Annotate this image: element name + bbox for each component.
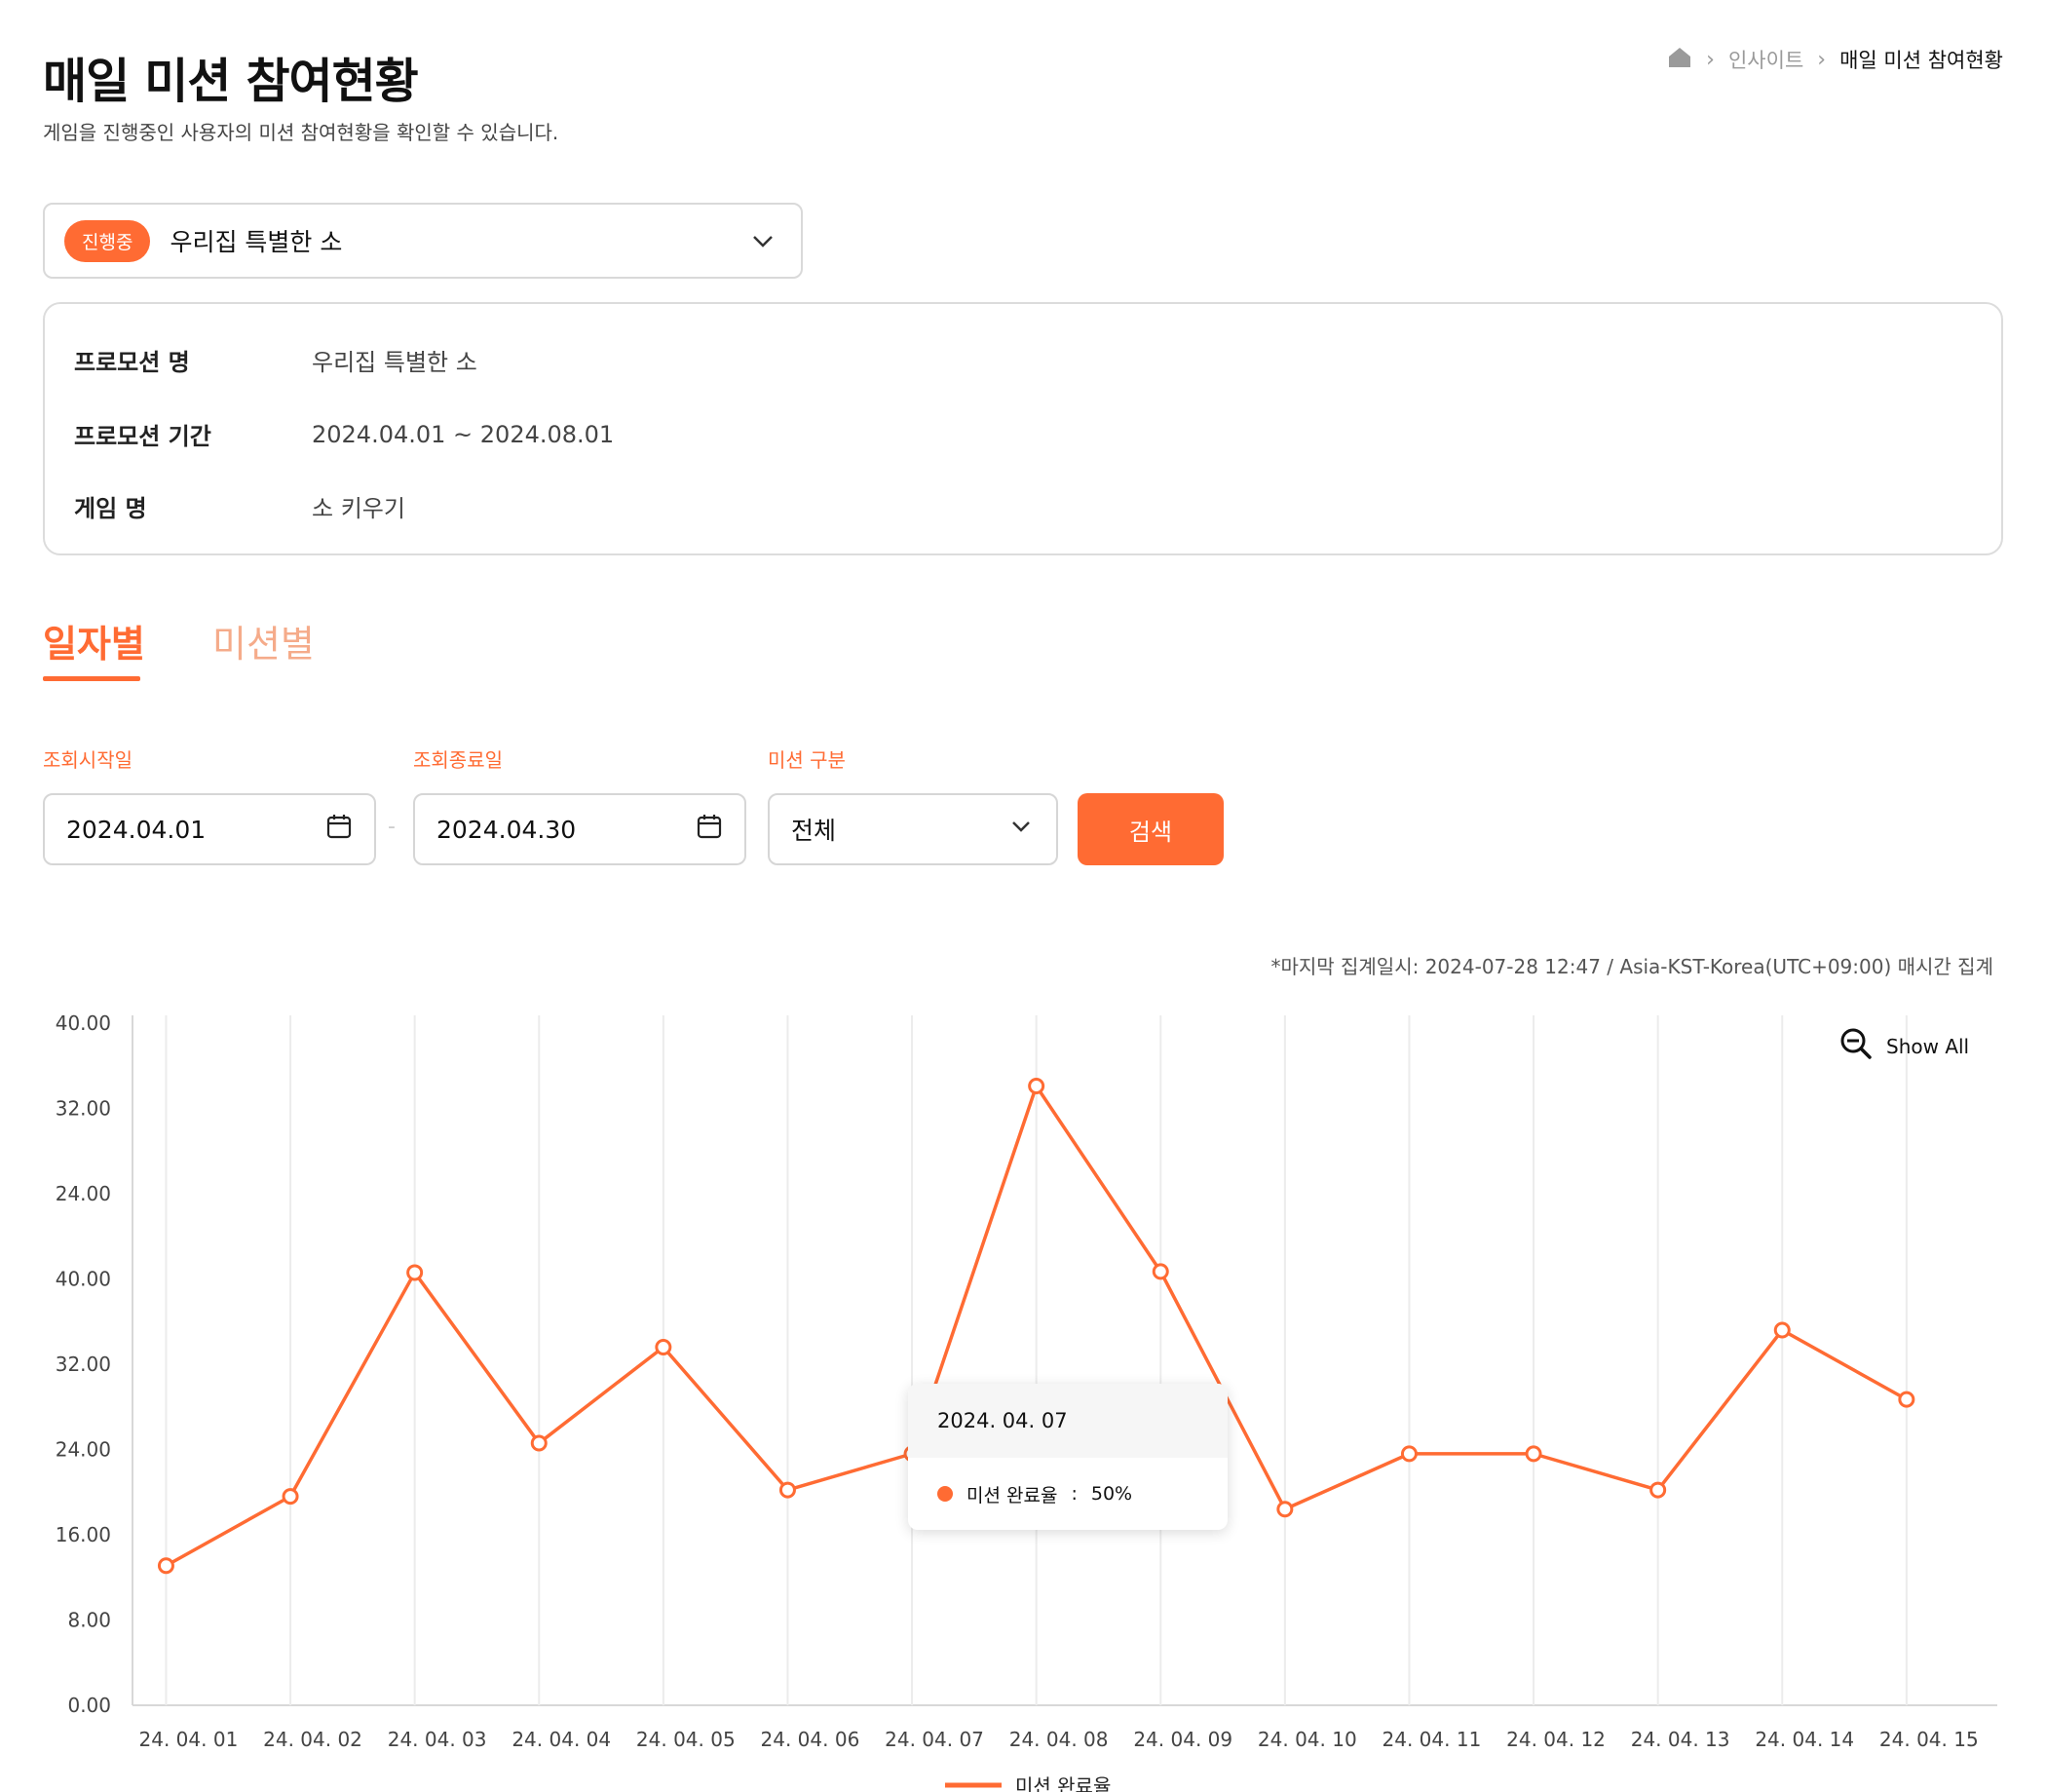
chevron-right-icon: › xyxy=(1817,47,1827,72)
end-date-value: 2024.04.30 xyxy=(436,815,577,844)
data-point xyxy=(282,1488,299,1506)
x-tick-label: 24. 04. 09 xyxy=(1133,1728,1232,1751)
tooltip-series-name: 미션 완료율 xyxy=(966,1484,1058,1506)
x-tick-label: 24. 04. 15 xyxy=(1879,1728,1979,1751)
start-date-value: 2024.04.01 xyxy=(66,815,207,844)
breadcrumb: › 인사이트 › 매일 미션 참여현황 xyxy=(1667,45,2003,74)
data-point xyxy=(1525,1445,1542,1463)
y-tick-label: 24.00 xyxy=(56,1438,111,1462)
tooltip-value: 50% xyxy=(1090,1483,1133,1505)
search-button[interactable]: 검색 xyxy=(1078,793,1224,865)
x-tick-label: 24. 04. 02 xyxy=(263,1728,362,1751)
mission-type-label: 미션 구분 xyxy=(768,748,846,772)
data-point xyxy=(778,1481,796,1499)
mission-type-select[interactable]: 전체 xyxy=(768,793,1058,865)
data-point xyxy=(157,1557,174,1575)
x-tick-label: 24. 04. 14 xyxy=(1755,1728,1854,1751)
data-point xyxy=(1649,1481,1667,1499)
start-date-input[interactable]: 2024.04.01 xyxy=(43,793,376,865)
y-tick-label: 32.00 xyxy=(56,1097,111,1121)
legend-label: 미션 완료율 xyxy=(1015,1774,1111,1792)
info-label: 프로모션 명 xyxy=(74,349,190,376)
calendar-icon[interactable] xyxy=(325,813,353,846)
data-point xyxy=(1152,1263,1169,1280)
home-icon[interactable] xyxy=(1667,46,1692,74)
chart-tooltip: 2024. 04. 07 미션 완료율 : 50% xyxy=(908,1384,1228,1530)
x-tick-label: 24. 04. 13 xyxy=(1631,1728,1730,1751)
x-tick-label: 24. 04. 12 xyxy=(1506,1728,1606,1751)
x-tick-label: 24. 04. 04 xyxy=(512,1728,611,1751)
tab-mission[interactable]: 미션별 xyxy=(212,614,315,667)
breadcrumb-item-insight[interactable]: 인사이트 xyxy=(1728,45,1803,74)
info-value: 2024.04.01 ~ 2024.08.01 xyxy=(312,420,615,448)
zoom-out-icon xyxy=(1839,1027,1873,1065)
x-tick-label: 24. 04. 03 xyxy=(388,1728,487,1751)
info-value: 우리집 특별한 소 xyxy=(312,349,477,376)
tab-active-indicator xyxy=(43,676,140,681)
chevron-down-icon xyxy=(1007,813,1035,846)
start-date-label: 조회시작일 xyxy=(43,748,133,772)
y-tick-label: 16.00 xyxy=(56,1523,111,1546)
y-tick-label: 24.00 xyxy=(56,1182,111,1205)
info-row-promotion-name: 프로모션 명 우리집 특별한 소 xyxy=(74,343,477,377)
data-point xyxy=(1773,1321,1791,1339)
y-tick-label: 40.00 xyxy=(56,1011,111,1035)
page-title: 매일 미션 참여현황 xyxy=(43,54,419,109)
data-point xyxy=(1400,1445,1418,1463)
tooltip-value-separator: : xyxy=(1071,1483,1078,1505)
series-color-dot xyxy=(937,1486,953,1502)
promotion-select-value: 우리집 특별한 소 xyxy=(170,228,343,256)
promotion-info-panel: 프로모션 명 우리집 특별한 소 프로모션 기간 2024.04.01 ~ 20… xyxy=(43,302,2003,555)
x-tick-label: 24. 04. 06 xyxy=(761,1728,860,1751)
info-row-promotion-period: 프로모션 기간 2024.04.01 ~ 2024.08.01 xyxy=(74,417,614,451)
chevron-down-icon xyxy=(748,226,777,259)
chevron-right-icon: › xyxy=(1706,47,1715,72)
status-badge: 진행중 xyxy=(64,219,151,262)
breadcrumb-item-current: 매일 미션 참여현황 xyxy=(1839,49,2003,72)
x-tick-label: 24. 04. 05 xyxy=(636,1728,736,1751)
tab-daily[interactable]: 일자별 xyxy=(43,614,145,667)
x-tick-label: 24. 04. 07 xyxy=(885,1728,984,1751)
show-all-button[interactable]: Show All xyxy=(1839,1027,1969,1065)
y-tick-label: 40.00 xyxy=(56,1268,111,1291)
y-tick-label: 0.00 xyxy=(67,1694,111,1717)
data-point xyxy=(1028,1078,1045,1095)
info-label: 게임 명 xyxy=(74,495,147,522)
y-tick-label: 8.00 xyxy=(67,1609,111,1632)
end-date-label: 조회종료일 xyxy=(413,748,503,772)
data-point xyxy=(655,1339,672,1355)
data-point xyxy=(1276,1501,1294,1518)
end-date-input[interactable]: 2024.04.30 xyxy=(413,793,746,865)
data-point xyxy=(406,1264,424,1281)
info-label: 프로모션 기간 xyxy=(74,423,211,450)
x-tick-label: 24. 04. 10 xyxy=(1258,1728,1357,1751)
info-value: 소 키우기 xyxy=(312,495,405,522)
mission-type-value: 전체 xyxy=(791,817,837,845)
y-tick-label: 32.00 xyxy=(56,1353,111,1376)
show-all-label: Show All xyxy=(1886,1034,1970,1058)
calendar-icon[interactable] xyxy=(696,813,723,846)
tooltip-row: 미션 완료율 : 50% xyxy=(908,1458,1228,1530)
data-point xyxy=(530,1434,548,1452)
last-aggregated-note: *마지막 집계일시: 2024-07-28 12:47 / Asia-KST-K… xyxy=(1270,955,1993,978)
data-point xyxy=(1898,1391,1915,1408)
x-tick-label: 24. 04. 08 xyxy=(1009,1728,1109,1751)
promotion-select[interactable]: 진행중 우리집 특별한 소 xyxy=(43,203,803,279)
date-range-separator: - xyxy=(388,815,396,839)
x-tick-label: 24. 04. 01 xyxy=(139,1728,239,1751)
tooltip-date: 2024. 04. 07 xyxy=(908,1384,1228,1458)
x-tick-label: 24. 04. 11 xyxy=(1383,1728,1482,1751)
page-subtitle: 게임을 진행중인 사용자의 미션 참여현황을 확인할 수 있습니다. xyxy=(43,121,559,144)
info-row-game-name: 게임 명 소 키우기 xyxy=(74,489,405,523)
